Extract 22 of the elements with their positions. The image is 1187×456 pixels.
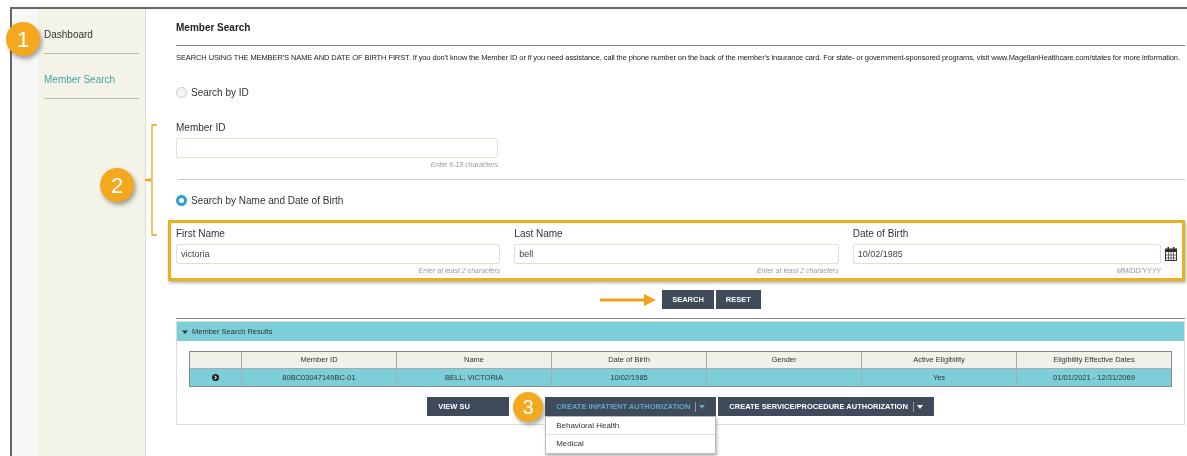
radio-label: Search by Name and Date of Birth: [191, 193, 344, 208]
field-label: Last Name: [514, 226, 564, 241]
arrow-circle-icon[interactable]: [212, 374, 219, 381]
radio-button[interactable]: [176, 87, 187, 98]
field-label: Date of Birth: [852, 226, 910, 241]
calendar-icon[interactable]: [1165, 246, 1177, 261]
text-field[interactable]: 10/02/1985: [852, 243, 1161, 264]
field-label: First Name: [176, 226, 226, 241]
radio-button[interactable]: [176, 194, 187, 206]
caret-icon: [916, 404, 923, 409]
text-field[interactable]: [176, 138, 498, 158]
text-field[interactable]: bell: [514, 243, 839, 264]
step-badge: 3: [513, 391, 544, 422]
dropdown-item[interactable]: Behavioral Health: [546, 417, 716, 435]
caret-icon: [699, 404, 706, 409]
text-field[interactable]: victoria: [176, 243, 501, 264]
field-label: Member ID: [176, 121, 227, 135]
sidebar-link[interactable]: Dashboard: [44, 29, 93, 40]
radio-label: Search by ID: [191, 86, 249, 100]
page-title: Member Search: [176, 20, 1185, 46]
pointer-arrow: [600, 293, 657, 306]
dropdown-item[interactable]: Medical: [546, 435, 716, 453]
